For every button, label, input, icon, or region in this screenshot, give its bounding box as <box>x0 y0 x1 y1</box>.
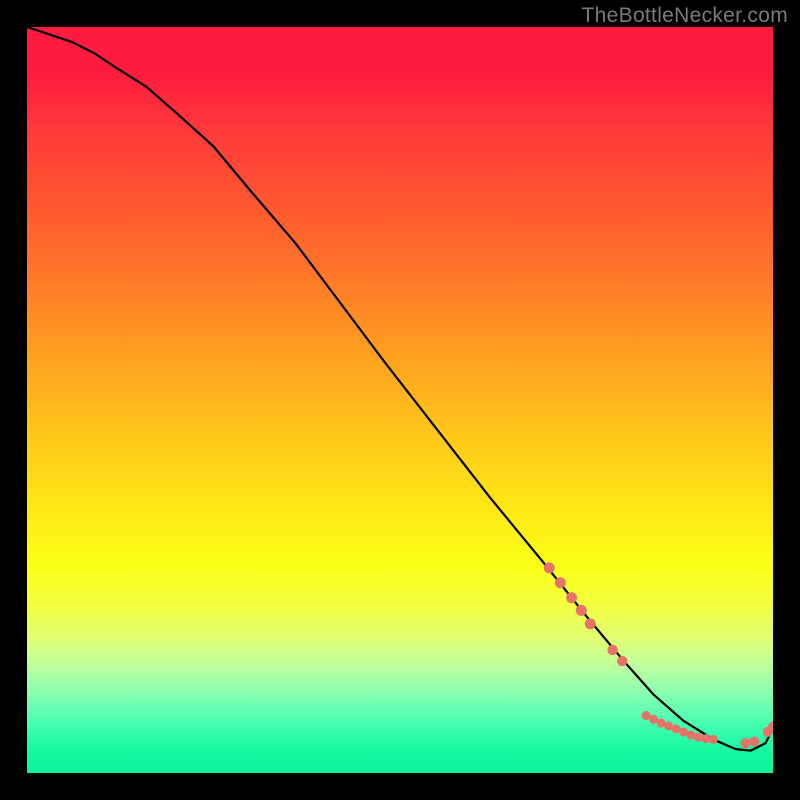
chart-frame: TheBottleNecker.com <box>0 0 800 800</box>
marker-dot <box>617 656 627 666</box>
marker-dot <box>749 737 759 747</box>
plot-area <box>27 27 773 773</box>
chart-svg <box>27 27 773 773</box>
marker-dot <box>576 605 587 616</box>
marker-dot <box>607 645 617 655</box>
marker-dot <box>694 733 703 742</box>
marker-dot <box>740 738 750 748</box>
marker-dot <box>544 562 555 573</box>
marker-dot <box>709 735 718 744</box>
watermark-text: TheBottleNecker.com <box>582 4 788 28</box>
marker-dot <box>585 618 596 629</box>
curve-line <box>27 27 773 751</box>
markers-group <box>544 562 773 748</box>
marker-dot <box>555 577 566 588</box>
curve-path-group <box>27 27 773 751</box>
marker-dot <box>566 592 577 603</box>
